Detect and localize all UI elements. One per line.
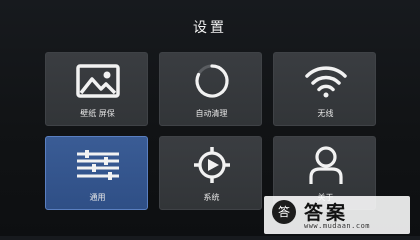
tile-general[interactable]: 通用: [45, 136, 148, 210]
tile-wallpaper-screensaver[interactable]: 壁纸 屏保: [45, 52, 148, 126]
tile-label: 通用: [89, 193, 106, 202]
tile-label: 无线: [317, 109, 334, 118]
sliders-icon: [46, 143, 149, 187]
watermark-url: www.mudaan.com: [304, 222, 371, 230]
image-icon: [46, 59, 149, 103]
wifi-icon: [274, 59, 377, 103]
tile-wireless[interactable]: 无线: [273, 52, 376, 126]
watermark-text: 答案: [304, 202, 349, 224]
tile-label: 系统: [203, 193, 220, 202]
tile-auto-cleanup[interactable]: 自动清理: [159, 52, 262, 126]
tile-system[interactable]: 系统: [159, 136, 262, 210]
tile-label: 自动清理: [195, 109, 228, 118]
system-gear-icon: [160, 143, 263, 187]
watermark: 答 答案 www.mudaan.com: [264, 196, 410, 234]
tile-label: 壁纸 屏保: [80, 109, 115, 118]
watermark-logo-icon: 答: [272, 200, 296, 224]
user-icon: [274, 143, 377, 187]
page-title: 设置: [193, 20, 227, 36]
cleanup-ring-icon: [160, 59, 263, 103]
